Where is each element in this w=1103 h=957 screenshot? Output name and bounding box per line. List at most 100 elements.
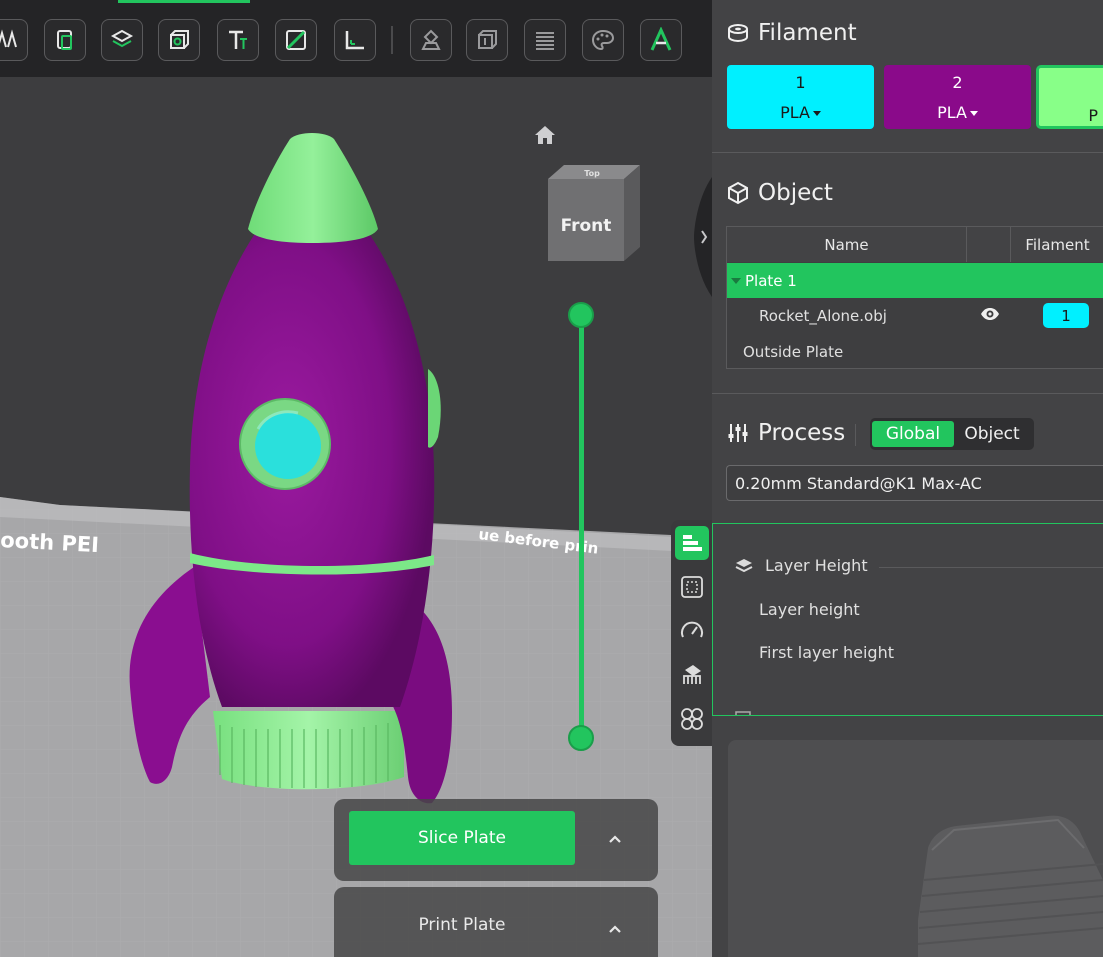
object-filament-chip[interactable]: 1 (1043, 303, 1089, 328)
dropdown-caret-icon (812, 111, 821, 116)
cube-button[interactable] (158, 19, 200, 61)
layer-slider-track[interactable] (579, 317, 584, 737)
filament-slot-material[interactable]: P (1039, 106, 1103, 125)
preview-graphic (917, 815, 1103, 957)
process-tab-strip (671, 520, 713, 746)
chevron-up-icon[interactable] (606, 833, 624, 845)
color-paint-button[interactable] (582, 19, 624, 61)
process-profile-select[interactable]: 0.20mm Standard@K1 Max-AC (726, 465, 1103, 501)
cut-button[interactable] (275, 19, 317, 61)
palette-icon (591, 29, 615, 51)
object-cube-icon (728, 181, 748, 205)
rocket-model[interactable] (129, 133, 452, 804)
tab-strength[interactable] (675, 570, 709, 604)
chevron-up-icon[interactable] (606, 923, 624, 935)
view-cube[interactable]: Front Top (544, 163, 644, 263)
layer-height-group-label: Layer Height (765, 556, 868, 575)
layers-stack-icon (735, 558, 753, 572)
clover-icon (681, 708, 703, 730)
tab-speed[interactable] (675, 614, 709, 648)
layer-height-label: Layer height (759, 600, 860, 619)
filament-slot-1[interactable]: 1 PLA (727, 65, 874, 129)
mode-object-button[interactable]: Object (954, 421, 1030, 447)
active-tab-indicator (118, 0, 250, 3)
home-view-icon[interactable] (533, 124, 557, 146)
section-divider (712, 152, 1103, 153)
layer-slider-top-handle[interactable] (568, 302, 594, 328)
measure-icon (345, 31, 364, 50)
group-icon-partial (735, 711, 751, 715)
object-item-name[interactable]: Rocket_Alone.obj (759, 307, 887, 325)
plate-label: Plate 1 (745, 271, 797, 290)
seam-icon (478, 30, 497, 49)
process-mode-toggle: Global Object (870, 418, 1034, 450)
speed-icon (681, 621, 703, 638)
support-paint-button[interactable] (410, 19, 452, 61)
arrange-button[interactable] (0, 19, 28, 61)
assembly-icon (650, 27, 672, 51)
slice-plate-button[interactable]: Slice Plate (349, 811, 575, 865)
tab-others[interactable] (675, 702, 709, 736)
group-divider (879, 567, 1103, 568)
process-settings-panel: Layer Height Layer height First layer he… (712, 523, 1103, 716)
mode-global-button[interactable]: Global (872, 421, 954, 447)
toolbar-separator (391, 26, 393, 54)
cut-icon (286, 30, 306, 50)
dropdown-caret-icon (969, 111, 978, 116)
section-divider (712, 393, 1103, 394)
print-plate-button[interactable]: Print Plate (349, 915, 575, 935)
collapse-triangle-icon[interactable] (731, 277, 741, 284)
text-tool-button[interactable] (217, 19, 259, 61)
variable-layer-button[interactable] (524, 19, 566, 61)
layer-slider-bottom-handle[interactable] (568, 725, 594, 751)
column-header-name[interactable]: Name (727, 227, 967, 262)
copy-icon (57, 30, 72, 50)
filament-slot-2[interactable]: 2 PLA (884, 65, 1031, 129)
title-separator (855, 424, 856, 446)
arrange-icon (0, 29, 17, 48)
3d-viewport[interactable]: ooth PEI ue before prin Front Top Slice … (0, 77, 712, 957)
support-tab-icon (683, 665, 701, 684)
quality-icon (683, 535, 702, 551)
tab-support[interactable] (675, 658, 709, 692)
support-icon (421, 29, 441, 50)
seam-paint-button[interactable] (466, 19, 508, 61)
filament-title: Filament (758, 20, 857, 46)
view-cube-top-label: Top (584, 169, 600, 178)
tab-quality[interactable] (675, 526, 709, 560)
print-panel: Print Plate (334, 887, 658, 957)
sidebar-panel: Filament 1 PLA 2 PLA P Object Name Filam… (712, 0, 1103, 957)
column-header-filament[interactable]: Filament (1011, 227, 1103, 262)
filament-slot-material[interactable]: PLA (727, 103, 874, 122)
slice-panel: Slice Plate (334, 799, 658, 881)
plate-preview (728, 740, 1103, 957)
object-title: Object (758, 180, 833, 206)
top-toolbar (0, 0, 712, 77)
outside-plate-label[interactable]: Outside Plate (743, 343, 843, 361)
filament-slot-3[interactable]: P (1036, 65, 1103, 129)
panel-collapse-handle[interactable] (690, 177, 712, 297)
filament-slot-number: 1 (795, 73, 806, 92)
layers-button[interactable] (101, 19, 143, 61)
measure-button[interactable] (334, 19, 376, 61)
table-row-plate[interactable]: Plate 1 (727, 263, 1103, 298)
eye-icon[interactable] (980, 306, 1000, 322)
first-layer-height-label: First layer height (759, 643, 894, 662)
layers-icon (110, 29, 134, 48)
bed-label-left: ooth PEI (0, 528, 100, 557)
text-icon (229, 30, 247, 49)
layer-height-group-header: Layer Height (735, 556, 868, 575)
object-section-title: Object (726, 180, 833, 206)
view-cube-front-label: Front (561, 216, 612, 236)
column-header-visibility[interactable] (967, 227, 1011, 262)
filament-slot-material[interactable]: PLA (884, 103, 1031, 122)
assembly-button[interactable] (640, 19, 682, 61)
filament-section-title: Filament (726, 20, 857, 46)
variable-layer-icon (536, 32, 554, 50)
copy-button[interactable] (44, 19, 86, 61)
process-section-title: Process (726, 420, 845, 446)
filament-spool-icon (728, 24, 748, 43)
strength-icon (681, 576, 703, 598)
filament-slot-number: 2 (952, 73, 963, 92)
cube-icon (170, 30, 189, 49)
